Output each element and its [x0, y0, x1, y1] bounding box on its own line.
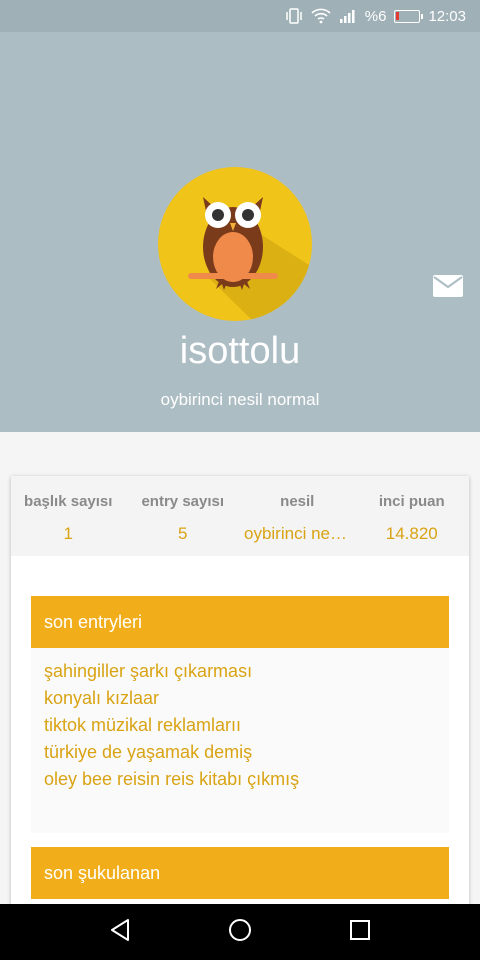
stat-value: 5: [178, 524, 188, 543]
stat-label: başlık sayısı: [24, 493, 113, 510]
stat-karma[interactable]: inci puan 14.820: [355, 476, 470, 556]
profile-header: isottolu oybirinci nesil normal: [0, 32, 480, 432]
battery-icon: [394, 9, 424, 23]
profile-card: başlık sayısı 1 entry sayısı 5 nesil oyb…: [11, 476, 469, 916]
recent-liked-section: son şukulanan: [31, 847, 449, 899]
profile-content: başlık sayısı 1 entry sayısı 5 nesil oyb…: [0, 432, 480, 916]
section-title: son şukulanan: [31, 847, 449, 899]
section-title: son entryleri: [31, 596, 449, 648]
stats-row: başlık sayısı 1 entry sayısı 5 nesil oyb…: [11, 476, 469, 556]
battery-percent: %6: [364, 7, 387, 25]
recent-entries-list: şahingiller şarkı çıkarması konyalı kızl…: [31, 648, 449, 833]
stat-generation[interactable]: nesil oybirinci nesi...: [240, 476, 355, 556]
navigation-bar: [0, 904, 480, 960]
signal-icon: [339, 9, 357, 23]
mail-icon[interactable]: [433, 275, 463, 297]
wifi-icon: [311, 8, 331, 24]
owl-icon[interactable]: [158, 167, 312, 321]
entry-link[interactable]: türkiye de yaşamak demiş: [44, 739, 436, 766]
entry-link[interactable]: konyalı kızlaar: [44, 685, 436, 712]
stat-value: 1: [63, 524, 73, 543]
stat-value: oybirinci nesi...: [244, 524, 355, 543]
clock: 12:03: [428, 7, 466, 25]
stat-value: 14.820: [385, 524, 438, 543]
status-bar: %6 12:03: [0, 0, 480, 32]
entry-link[interactable]: oley bee reisin reis kitabı çıkmış: [44, 766, 436, 793]
back-triangle-icon[interactable]: [109, 918, 131, 947]
stat-label: entry sayısı: [141, 493, 225, 510]
username: isottolu: [179, 330, 301, 372]
entry-link[interactable]: tiktok müzikal reklamlarıı: [44, 712, 436, 739]
entry-link[interactable]: şahingiller şarkı çıkarması: [44, 658, 436, 685]
stat-label: inci puan: [378, 493, 445, 510]
recent-entries-section: son entryleri şahingiller şarkı çıkarmas…: [31, 596, 449, 833]
stat-label: nesil: [280, 493, 315, 510]
user-title: oybirinci nesil normal: [160, 390, 320, 409]
home-circle-icon[interactable]: [228, 918, 252, 947]
stat-entry-count[interactable]: entry sayısı 5: [126, 476, 241, 556]
recents-square-icon[interactable]: [349, 919, 371, 946]
vibrate-icon: [285, 8, 303, 24]
stat-topic-count[interactable]: başlık sayısı 1: [11, 476, 126, 556]
